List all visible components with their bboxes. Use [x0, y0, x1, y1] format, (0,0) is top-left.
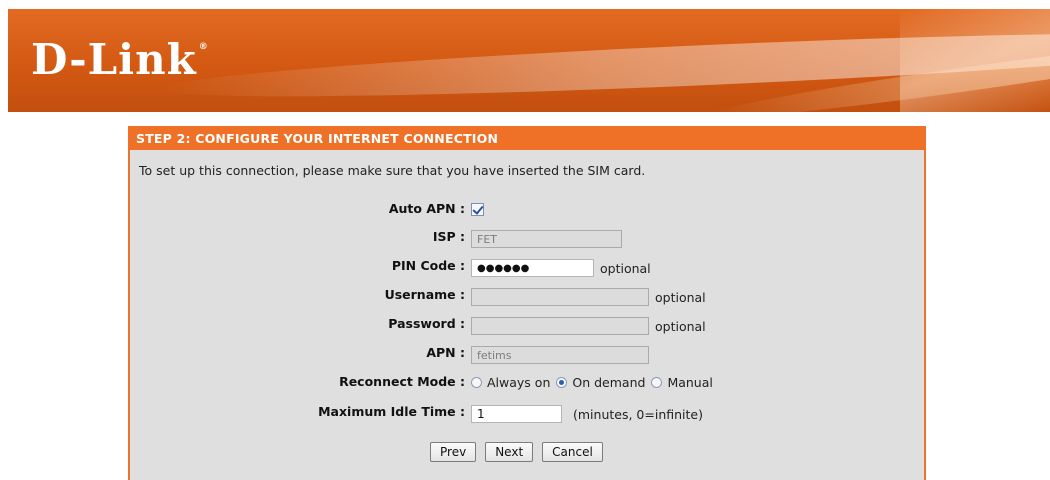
auto-apn-checkbox[interactable] — [471, 203, 484, 216]
pin-code-optional-note: optional — [600, 260, 651, 276]
apn-label: APN : — [426, 345, 465, 360]
pin-code-row: PIN Code : ●●●●●● optional — [130, 255, 924, 277]
always-on-radio[interactable] — [471, 376, 482, 388]
apn-row: APN : fetims — [130, 342, 924, 364]
dlink-logo: D-Link ® — [31, 35, 209, 84]
manual-radio[interactable] — [651, 376, 663, 388]
apn-field[interactable]: fetims — [471, 346, 649, 364]
intro-text: To set up this connection, please make s… — [139, 163, 646, 178]
on-demand-radio[interactable] — [556, 376, 568, 388]
isp-field[interactable]: FET — [471, 230, 622, 248]
reconnect-mode-label: Reconnect Mode : — [339, 374, 465, 389]
auto-apn-label: Auto APN : — [388, 201, 465, 216]
wizard-buttons-row: Prev Next Cancel — [130, 442, 924, 464]
username-optional-note: optional — [655, 289, 706, 305]
reconnect-mode-row: Reconnect Mode : Always on On demand Man… — [130, 371, 924, 393]
isp-row: ISP : FET — [130, 226, 924, 248]
cancel-button[interactable]: Cancel — [542, 442, 603, 462]
isp-label: ISP : — [432, 229, 465, 244]
pin-code-input[interactable]: ●●●●●● — [471, 259, 594, 277]
reconnect-manual-option[interactable]: Manual — [651, 375, 713, 390]
password-optional-note: optional — [655, 318, 706, 334]
username-input[interactable] — [471, 288, 649, 306]
prev-button[interactable]: Prev — [430, 442, 477, 462]
max-idle-time-input[interactable]: 1 — [471, 405, 562, 423]
password-row: Password : optional — [130, 313, 924, 335]
reconnect-on-demand-option[interactable]: On demand — [556, 375, 645, 390]
password-input[interactable] — [471, 317, 649, 335]
pin-code-label: PIN Code : — [391, 258, 465, 273]
reconnect-always-on-option[interactable]: Always on — [471, 375, 550, 390]
max-idle-time-label: Maximum Idle Time : — [318, 404, 465, 419]
auto-apn-row: Auto APN : — [130, 198, 924, 220]
username-label: Username : — [384, 287, 465, 302]
username-row: Username : optional — [130, 284, 924, 306]
banner-flare — [900, 9, 1050, 112]
setup-wizard-panel: STEP 2: CONFIGURE YOUR INTERNET CONNECTI… — [128, 126, 926, 480]
password-label: Password : — [388, 316, 465, 331]
max-idle-time-row: Maximum Idle Time : 1 (minutes, 0=infini… — [130, 401, 924, 423]
header-banner: D-Link ® — [8, 9, 1050, 112]
panel-title: STEP 2: CONFIGURE YOUR INTERNET CONNECTI… — [128, 126, 926, 150]
next-button[interactable]: Next — [485, 442, 534, 462]
max-idle-time-hint: (minutes, 0=infinite) — [573, 406, 703, 422]
